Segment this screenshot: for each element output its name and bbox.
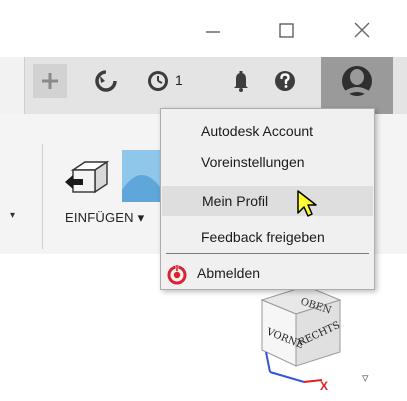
svg-text:X: X [320,379,328,393]
bell-icon[interactable] [224,64,258,98]
menu-item-label: Mein Profil [202,193,269,209]
pointer-cursor-icon [296,189,322,219]
close-icon[interactable] [347,18,377,44]
avatar[interactable] [321,57,393,114]
menu-item-label: Voreinstellungen [201,154,305,170]
viewcube-menu-icon[interactable]: ▿ [362,370,369,386]
menu-item-label: Abmelden [197,265,261,281]
insert-dropdown-label[interactable]: EINFÜGEN ▾ [65,210,144,226]
menu-item-label: Feedback freigeben [201,229,325,245]
history-count-badge: 1 [175,72,183,88]
ribbon-divider [42,144,43,249]
profile-dropdown-menu: Autodesk Account Voreinstellungen Mein P… [160,108,375,290]
menu-item-share-feedback[interactable]: Feedback freigeben [161,222,374,252]
minimize-icon[interactable] [198,18,228,44]
menu-divider [166,253,369,254]
job-status-icon[interactable] [89,64,123,98]
menu-item-sign-out[interactable]: Abmelden [161,258,374,288]
document-tab-edge[interactable] [0,57,25,114]
menu-item-preferences[interactable]: Voreinstellungen [161,147,374,177]
sign-out-icon [165,262,189,286]
history-icon[interactable] [141,64,175,98]
insert-cube-icon[interactable] [63,158,113,200]
menu-item-autodesk-account[interactable]: Autodesk Account [161,116,374,146]
plus-icon[interactable] [33,64,67,98]
help-icon[interactable] [268,64,302,98]
chevron-down-icon[interactable]: ▾ [10,210,15,221]
canvas-image-icon[interactable] [122,150,162,202]
maximize-icon[interactable] [272,18,302,44]
menu-item-label: Autodesk Account [201,123,314,139]
viewcube[interactable]: OBEN VORNE RECHTS X [248,282,346,394]
menu-item-my-profile[interactable]: Mein Profil [162,186,373,216]
